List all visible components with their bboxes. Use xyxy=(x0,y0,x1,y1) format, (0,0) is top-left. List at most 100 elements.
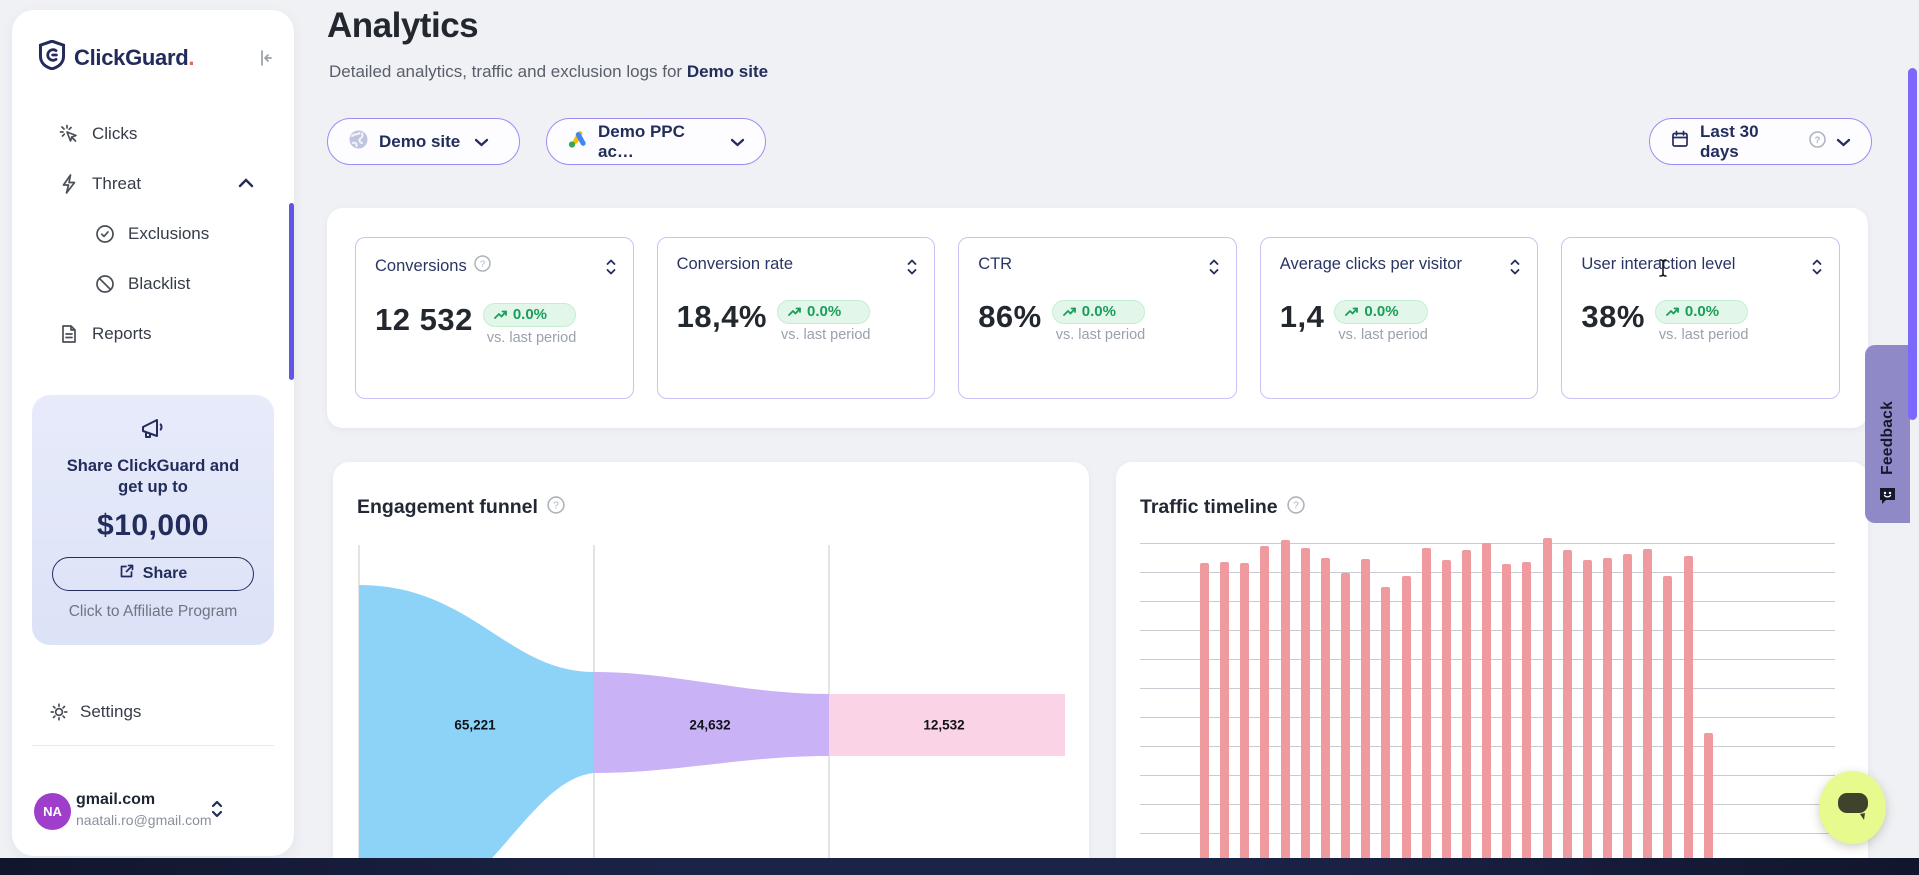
sort-icon[interactable] xyxy=(1509,258,1521,281)
svg-text:?: ? xyxy=(1293,501,1299,512)
google-ads-icon xyxy=(567,129,588,154)
kpi-vs-label: vs. last period xyxy=(1655,327,1748,343)
subtitle-site-name: Demo site xyxy=(687,62,768,81)
page-scrollbar-thumb[interactable] xyxy=(1908,68,1917,420)
help-icon[interactable]: ? xyxy=(474,255,491,277)
traffic-bar xyxy=(1603,558,1612,867)
chat-bubble-icon xyxy=(1836,789,1870,826)
affiliate-link[interactable]: Click to Affiliate Program xyxy=(32,603,274,621)
traffic-bar xyxy=(1704,733,1713,867)
traffic-bar xyxy=(1502,564,1511,867)
kpi-delta-badge: 0.0% xyxy=(1052,300,1145,324)
traffic-bar xyxy=(1442,560,1451,867)
kpi-delta-badge: 0.0% xyxy=(483,303,576,327)
traffic-chart-area xyxy=(1140,535,1835,867)
traffic-bar xyxy=(1663,576,1672,867)
share-button[interactable]: Share xyxy=(52,557,254,591)
brand-logo[interactable]: ClickGuard. xyxy=(38,40,194,75)
globe-icon xyxy=(348,129,369,155)
traffic-bar xyxy=(1200,563,1209,867)
sidebar-item-clicks[interactable]: Clicks xyxy=(12,109,294,159)
sidebar-divider xyxy=(32,745,274,746)
funnel-svg xyxy=(357,530,1065,875)
traffic-bar xyxy=(1381,587,1390,867)
sort-icon[interactable] xyxy=(906,258,918,281)
help-icon[interactable]: ? xyxy=(1809,131,1826,153)
page-title: Analytics xyxy=(327,6,478,46)
chart-title: Traffic timeline xyxy=(1140,496,1278,519)
chat-launcher-button[interactable] xyxy=(1819,771,1886,844)
sidebar-item-exclusions[interactable]: Exclusions xyxy=(12,209,294,259)
svg-text:?: ? xyxy=(553,501,559,512)
avatar: NA xyxy=(34,793,71,830)
feedback-chat-icon xyxy=(1877,485,1898,511)
calendar-icon xyxy=(1670,129,1690,154)
help-icon[interactable]: ? xyxy=(1287,496,1305,519)
sort-icon[interactable] xyxy=(1811,258,1823,281)
traffic-bar xyxy=(1402,576,1411,867)
traffic-bar xyxy=(1623,554,1632,867)
kpi-delta-badge: 0.0% xyxy=(1655,300,1748,324)
account-switcher[interactable]: NA gmail.com naatali.ro@gmail.com xyxy=(12,778,294,850)
sidebar-item-label: Exclusions xyxy=(128,224,209,244)
gear-icon xyxy=(48,701,70,728)
ppc-account-label: Demo PPC ac… xyxy=(598,122,716,162)
site-selector[interactable]: Demo site xyxy=(327,118,520,165)
traffic-bar xyxy=(1301,548,1310,867)
affiliate-promo-card: Share ClickGuard and get up to $10,000 S… xyxy=(32,395,274,645)
date-range-selector[interactable]: Last 30 days ? xyxy=(1649,118,1872,165)
sort-icon[interactable] xyxy=(1208,258,1220,281)
analytics-page: ClickGuard. Clicks Threat xyxy=(0,0,1919,875)
kpi-label: Conversion rate xyxy=(677,255,793,274)
sidebar-item-label: Clicks xyxy=(92,124,137,144)
kpi-value: 38% xyxy=(1581,300,1645,334)
site-selector-label: Demo site xyxy=(379,132,460,152)
kpi-label: CTR xyxy=(978,255,1012,274)
funnel-chart: 65,221 24,632 12,532 xyxy=(357,530,1065,875)
traffic-bar xyxy=(1422,548,1431,867)
clickguard-shield-icon xyxy=(38,40,66,75)
traffic-bar xyxy=(1220,562,1229,867)
svg-text:?: ? xyxy=(480,259,485,270)
feedback-label: Feedback xyxy=(1879,401,1897,475)
sidebar-item-label: Settings xyxy=(80,702,141,722)
bottom-bar xyxy=(0,858,1919,875)
chevron-down-icon xyxy=(1836,132,1851,152)
feedback-tab[interactable]: Feedback xyxy=(1865,345,1910,523)
updown-chevrons-icon xyxy=(210,798,224,825)
traffic-bar xyxy=(1321,558,1330,867)
chevron-down-icon xyxy=(474,132,489,152)
kpi-card-user-interaction: User interaction level 38% 0.0% vs. last… xyxy=(1561,237,1840,399)
account-email: naatali.ro@gmail.com xyxy=(76,812,212,828)
traffic-bar xyxy=(1482,543,1491,867)
kpi-card-avg-clicks: Average clicks per visitor 1,4 0.0% vs. … xyxy=(1260,237,1539,399)
sidebar-item-threat[interactable]: Threat xyxy=(12,159,294,209)
sidebar: ClickGuard. Clicks Threat xyxy=(12,10,294,856)
traffic-bar xyxy=(1260,546,1269,867)
sidebar-item-blacklist[interactable]: Blacklist xyxy=(12,259,294,309)
sidebar-collapse-icon[interactable] xyxy=(256,48,276,73)
kpi-label: Average clicks per visitor xyxy=(1280,255,1462,274)
share-button-label: Share xyxy=(143,565,187,583)
help-icon[interactable]: ? xyxy=(547,496,565,519)
sort-icon[interactable] xyxy=(605,258,617,281)
sidebar-item-settings[interactable]: Settings xyxy=(12,690,294,734)
funnel-stage-value: 24,632 xyxy=(689,718,730,733)
trend-up-icon xyxy=(1063,307,1077,317)
engagement-funnel-card: Engagement funnel ? 65,221 24,632 12,532 xyxy=(333,462,1089,875)
chevron-down-icon xyxy=(730,132,745,152)
trend-up-icon xyxy=(1345,307,1359,317)
kpi-value: 12 532 xyxy=(375,303,473,337)
funnel-stage-value: 12,532 xyxy=(923,718,964,733)
traffic-bar xyxy=(1583,560,1592,867)
trend-up-icon xyxy=(494,310,508,320)
traffic-bar xyxy=(1281,540,1290,867)
ppc-account-selector[interactable]: Demo PPC ac… xyxy=(546,118,766,165)
sidebar-item-reports[interactable]: Reports xyxy=(12,309,294,359)
sidebar-scroll-indicator[interactable] xyxy=(289,203,294,380)
traffic-bar xyxy=(1240,563,1249,867)
svg-text:?: ? xyxy=(1815,135,1821,146)
sidebar-item-label: Blacklist xyxy=(128,274,190,294)
kpi-vs-label: vs. last period xyxy=(1052,327,1145,343)
traffic-bar xyxy=(1361,559,1370,867)
